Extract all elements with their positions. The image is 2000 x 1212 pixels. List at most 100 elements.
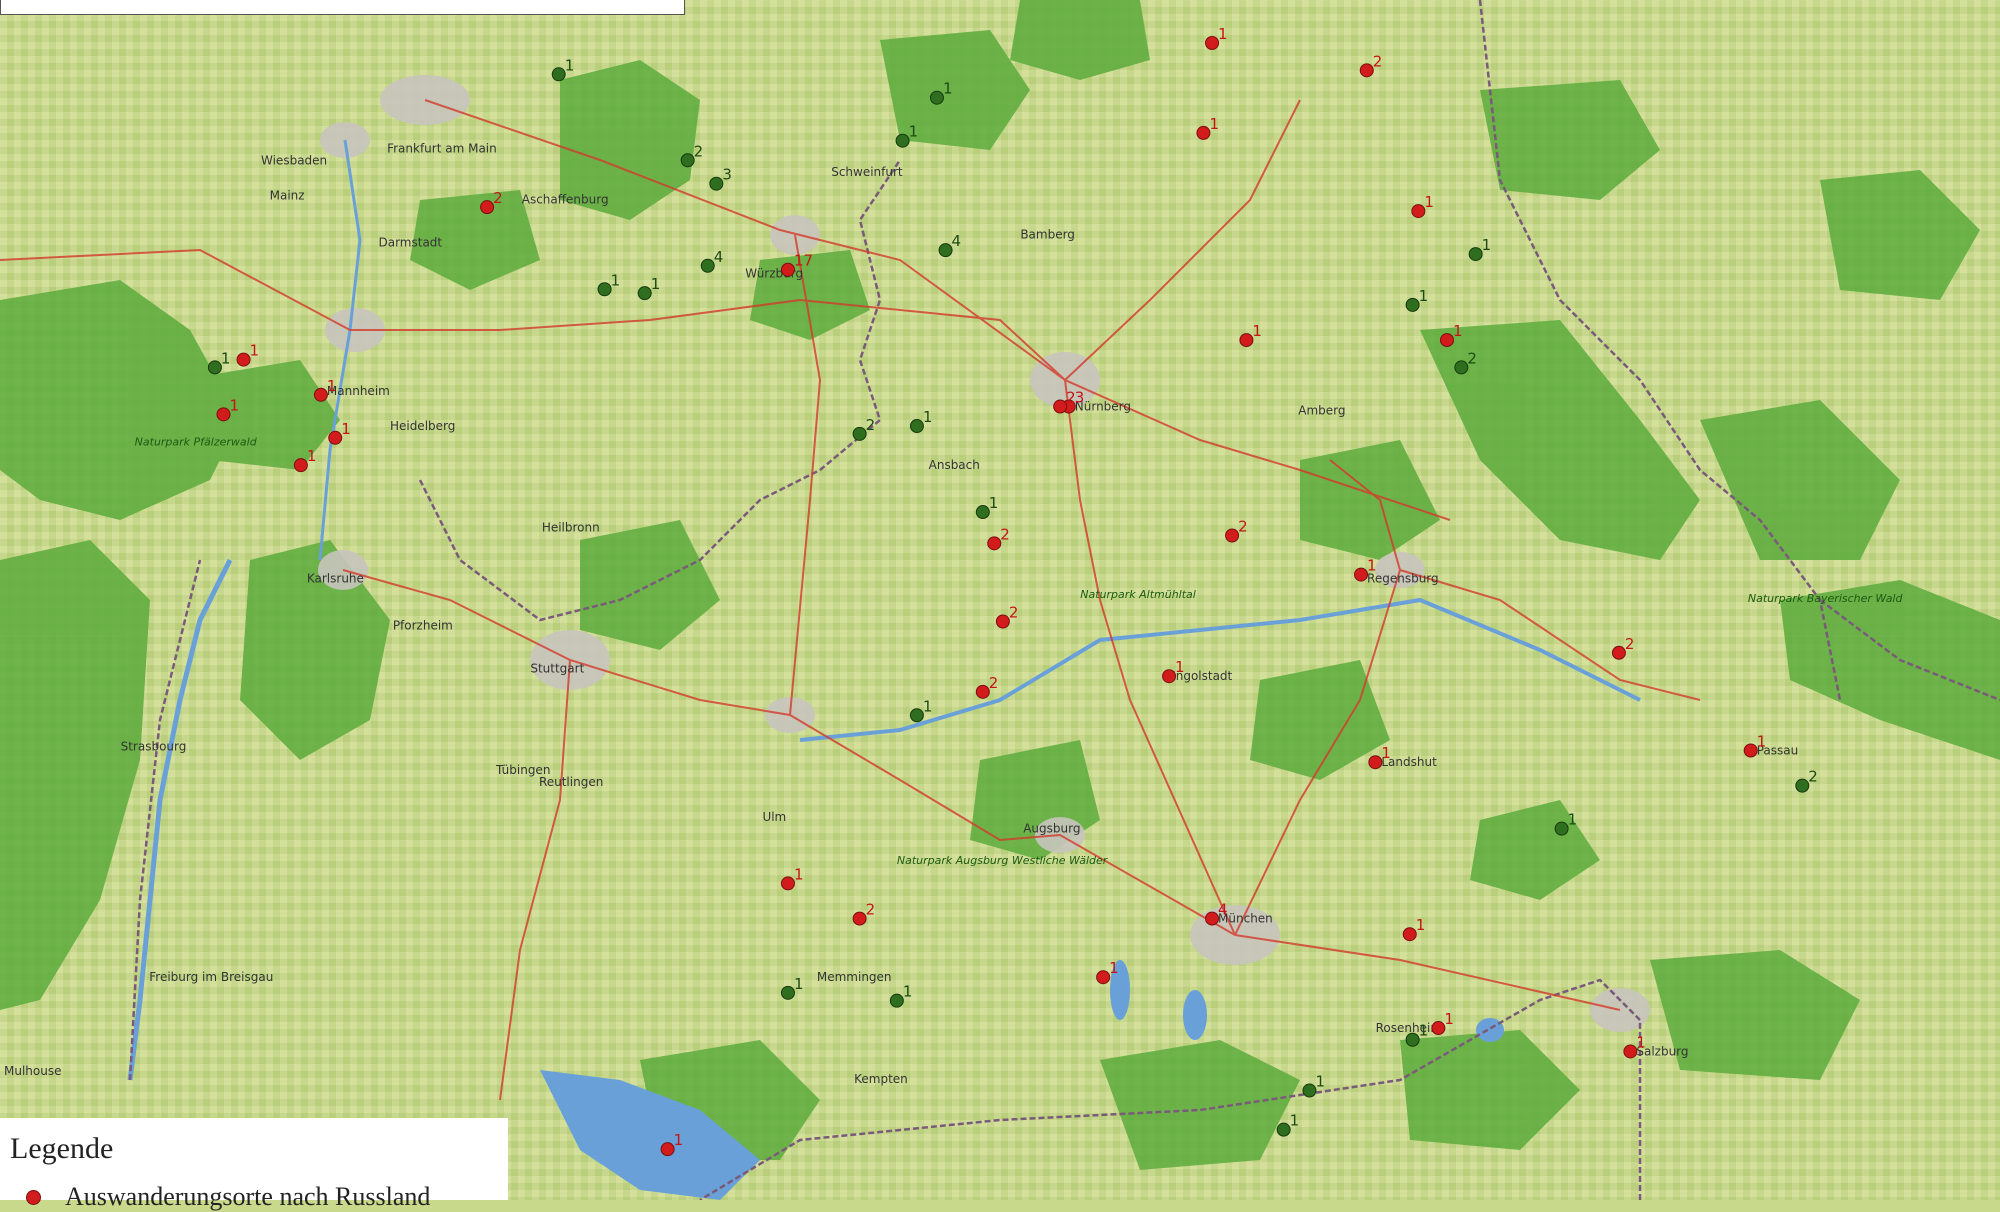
other-marker[interactable] bbox=[909, 419, 924, 434]
marker-count-label: 1 bbox=[229, 396, 239, 414]
russia-marker[interactable] bbox=[293, 458, 308, 473]
marker-count-label: 1 bbox=[250, 342, 260, 360]
place-label: Strasbourg bbox=[121, 740, 187, 754]
marker-count-label: 2 bbox=[1625, 635, 1635, 653]
russia-marker[interactable] bbox=[1368, 755, 1383, 770]
marker-count-label: 1 bbox=[1218, 25, 1228, 43]
other-marker[interactable] bbox=[852, 426, 867, 441]
place-label: Darmstadt bbox=[378, 235, 442, 249]
other-marker[interactable] bbox=[1554, 821, 1569, 836]
other-marker[interactable] bbox=[895, 133, 910, 148]
marker-count-label: 1 bbox=[221, 349, 231, 367]
legend-item: Auswanderungsorte nach Russland bbox=[26, 1182, 430, 1212]
russia-marker[interactable] bbox=[1162, 669, 1177, 684]
other-marker[interactable] bbox=[207, 360, 222, 375]
place-label: Freiburg im Breisgau bbox=[149, 970, 273, 984]
russia-marker[interactable] bbox=[236, 352, 251, 367]
other-marker[interactable] bbox=[1468, 247, 1483, 262]
other-marker[interactable] bbox=[637, 286, 652, 301]
other-marker[interactable] bbox=[929, 90, 944, 105]
marker-count-label: 2 bbox=[1373, 52, 1383, 70]
marker-count-label: 1 bbox=[1209, 115, 1219, 133]
marker-count-label: 2 bbox=[694, 142, 704, 160]
russia-marker[interactable] bbox=[1205, 911, 1220, 926]
legend-marker-icon bbox=[26, 1189, 41, 1205]
other-marker[interactable] bbox=[938, 243, 953, 258]
other-marker[interactable] bbox=[889, 993, 904, 1008]
marker-count-label: 1 bbox=[1175, 658, 1185, 676]
russia-marker[interactable] bbox=[480, 200, 495, 215]
russia-marker[interactable] bbox=[975, 684, 990, 699]
marker-count-label: 1 bbox=[611, 271, 621, 289]
russia-marker[interactable] bbox=[328, 430, 343, 445]
other-marker[interactable] bbox=[680, 153, 695, 168]
place-label: Ansbach bbox=[929, 458, 980, 472]
other-marker[interactable] bbox=[1302, 1083, 1317, 1098]
place-label: Ulm bbox=[762, 810, 786, 824]
marker-count-label: 2 bbox=[1467, 349, 1477, 367]
area-label: Naturpark Altmühltal bbox=[1080, 588, 1196, 601]
russia-marker[interactable] bbox=[780, 876, 795, 891]
russia-marker[interactable] bbox=[313, 387, 328, 402]
other-marker[interactable] bbox=[1405, 1032, 1420, 1047]
marker-count-label: 1 bbox=[327, 377, 337, 395]
marker-count-label: 1 bbox=[651, 275, 661, 293]
russia-marker[interactable] bbox=[1743, 743, 1758, 758]
russia-marker[interactable] bbox=[216, 407, 231, 422]
place-label: Frankfurt am Main bbox=[387, 142, 497, 156]
marker-count-label: 4 bbox=[714, 248, 724, 266]
russia-marker[interactable] bbox=[1402, 927, 1417, 942]
russia-marker[interactable] bbox=[1431, 1021, 1446, 1036]
marker-count-label: 1 bbox=[1416, 916, 1426, 934]
other-marker[interactable] bbox=[1795, 778, 1810, 793]
place-label: Tübingen bbox=[495, 763, 550, 777]
marker-count-label: 3 bbox=[1075, 389, 1085, 407]
marker-count-label: 1 bbox=[1381, 744, 1391, 762]
russia-marker[interactable] bbox=[1359, 63, 1374, 78]
marker-count-label: 1 bbox=[1757, 732, 1767, 750]
marker-count-label: 1 bbox=[1109, 959, 1119, 977]
russia-marker[interactable] bbox=[1053, 399, 1068, 414]
other-marker[interactable] bbox=[1454, 360, 1469, 375]
russia-marker[interactable] bbox=[995, 614, 1010, 629]
russia-marker[interactable] bbox=[1239, 333, 1254, 348]
russia-marker[interactable] bbox=[1411, 204, 1426, 219]
russia-marker[interactable] bbox=[987, 536, 1002, 551]
russia-marker[interactable] bbox=[660, 1142, 675, 1157]
russia-marker[interactable] bbox=[1439, 333, 1454, 348]
map-canvas[interactable]: Frankfurt am Main Wiesbaden Mainz Darmstadt… bbox=[0, 0, 2000, 1200]
marker-count-label: 1 bbox=[1290, 1112, 1300, 1130]
other-marker[interactable] bbox=[975, 505, 990, 520]
russia-marker[interactable] bbox=[1225, 528, 1240, 543]
russia-marker[interactable] bbox=[1623, 1044, 1638, 1059]
marker-count-label: 1 bbox=[307, 447, 317, 465]
place-label: Pforzheim bbox=[393, 618, 453, 632]
marker-count-label: 1 bbox=[1315, 1073, 1325, 1091]
russia-marker[interactable] bbox=[780, 262, 795, 277]
marker-count-label: 2 bbox=[493, 189, 503, 207]
marker-count-label: 4 bbox=[952, 232, 962, 250]
marker-count-label: 2 bbox=[1000, 525, 1010, 543]
marker-count-label: 2 bbox=[1009, 603, 1019, 621]
area-label: Naturpark Pfälzerwald bbox=[135, 436, 258, 449]
russia-marker[interactable] bbox=[1205, 35, 1220, 50]
marker-count-label: 2 bbox=[989, 674, 999, 692]
other-marker[interactable] bbox=[780, 985, 795, 1000]
marker-count-label: 1 bbox=[1453, 322, 1463, 340]
other-marker[interactable] bbox=[597, 282, 612, 297]
marker-count-label: 1 bbox=[565, 56, 575, 74]
marker-count-label: 3 bbox=[722, 166, 732, 184]
russia-marker[interactable] bbox=[1611, 645, 1626, 660]
other-marker[interactable] bbox=[551, 67, 566, 82]
other-marker[interactable] bbox=[709, 176, 724, 191]
other-marker[interactable] bbox=[1276, 1122, 1291, 1137]
other-marker[interactable] bbox=[909, 708, 924, 723]
other-marker[interactable] bbox=[700, 258, 715, 273]
other-marker[interactable] bbox=[1405, 297, 1420, 312]
russia-marker[interactable] bbox=[1096, 970, 1111, 985]
russia-marker[interactable] bbox=[1354, 567, 1369, 582]
marker-count-label: 1 bbox=[989, 494, 999, 512]
russia-marker[interactable] bbox=[1196, 125, 1211, 140]
marker-count-label: 1 bbox=[903, 983, 913, 1001]
russia-marker[interactable] bbox=[852, 911, 867, 926]
